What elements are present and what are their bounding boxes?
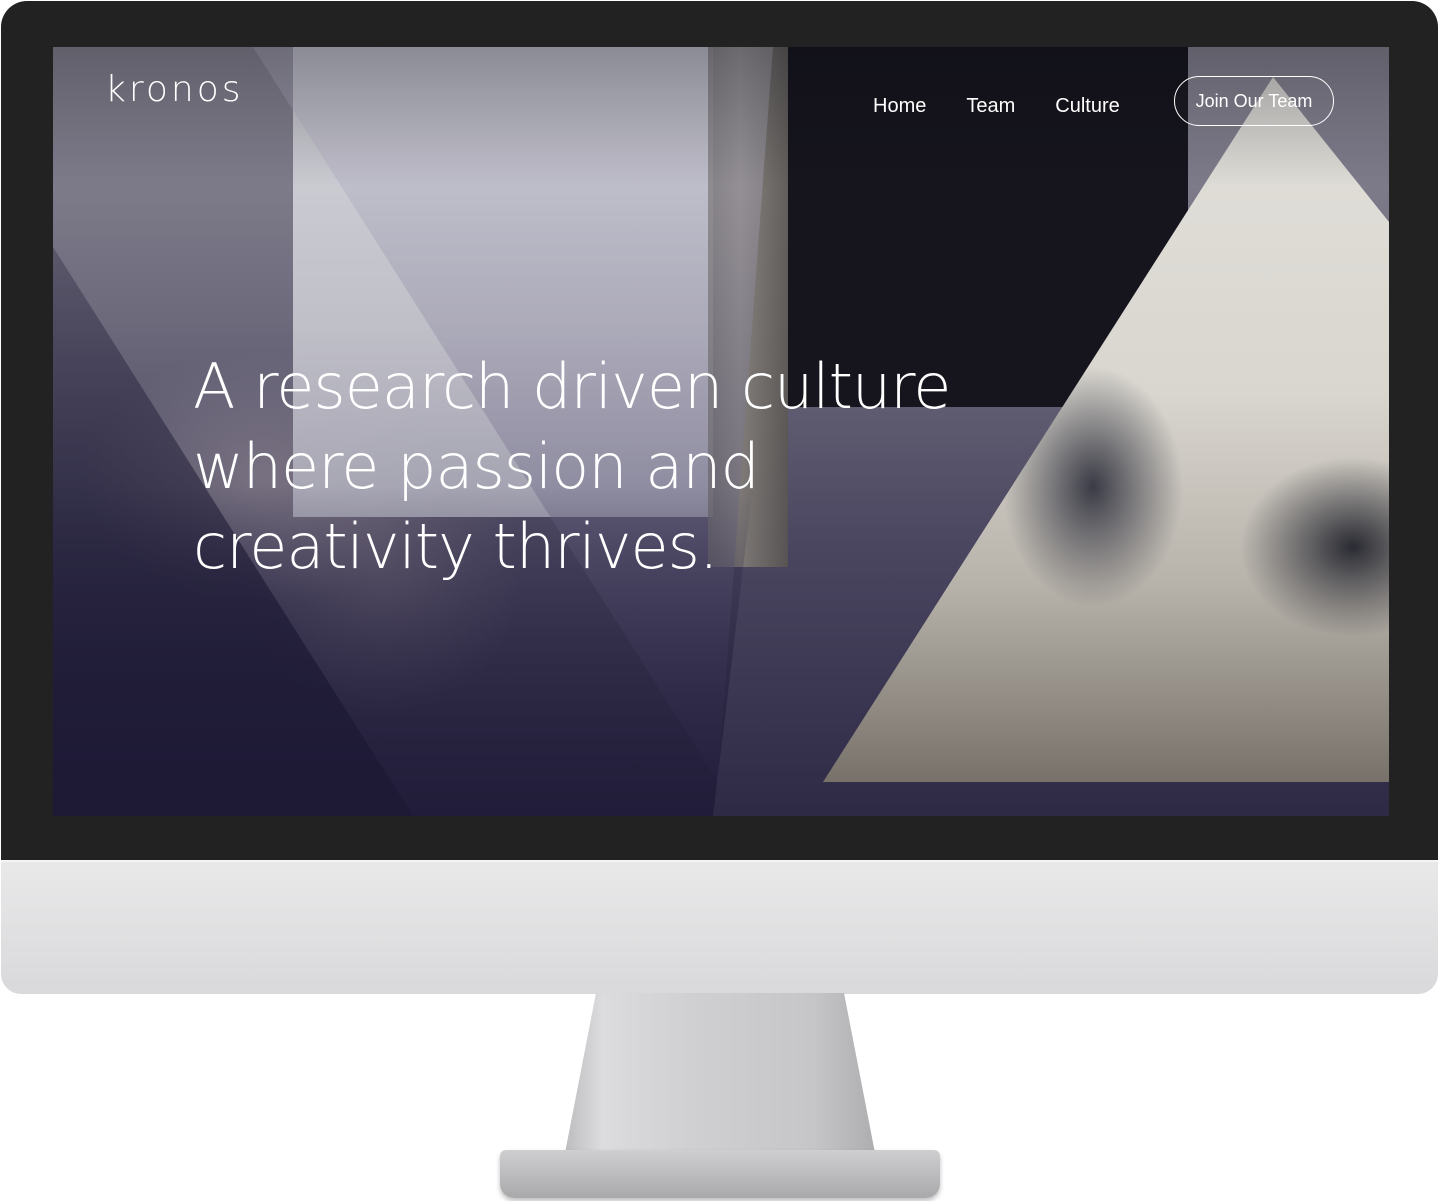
nav-culture-link[interactable]: Culture <box>1055 95 1119 118</box>
kronos-logo[interactable]: kronos <box>105 69 243 110</box>
hero-headline-line-3: creativity thrives. <box>193 510 719 583</box>
monitor-stand-base <box>500 1150 940 1198</box>
monitor-chin <box>1 860 1438 994</box>
join-our-team-button[interactable]: Join Our Team <box>1174 76 1334 126</box>
hero-headline-line-1: A research driven culture <box>193 350 951 423</box>
website-screen: kronos Home Team Culture Join Our Team A… <box>53 47 1389 816</box>
nav-home-link[interactable]: Home <box>873 95 926 118</box>
imac-monitor: kronos Home Team Culture Join Our Team A… <box>0 0 1440 1201</box>
hero-headline-line-2: where passion and <box>193 430 760 503</box>
monitor-stand-neck <box>565 993 875 1153</box>
main-nav: Home Team Culture <box>873 95 1120 118</box>
nav-team-link[interactable]: Team <box>966 95 1015 118</box>
hero-headline: A research driven culture where passion … <box>193 347 1013 587</box>
